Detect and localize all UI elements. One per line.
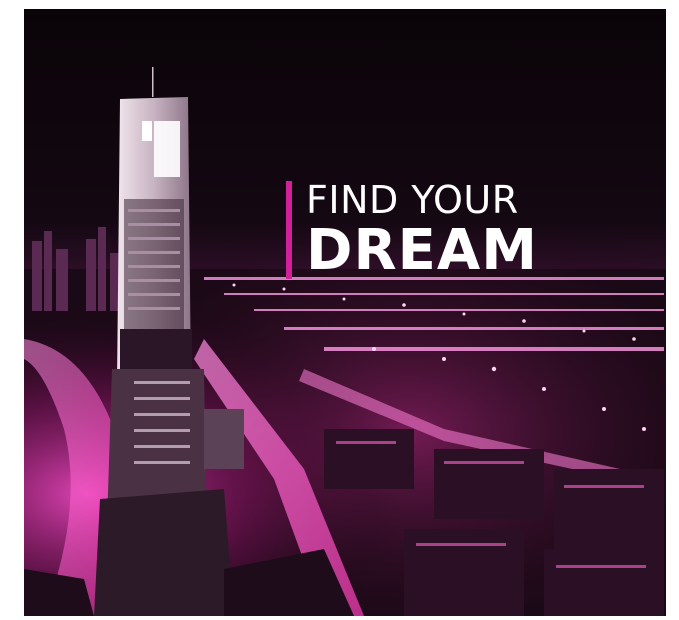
headline-line-2: DREAM bbox=[306, 218, 538, 283]
headline: FIND YOUR DREAM bbox=[286, 181, 538, 279]
night-city-skyline-photo bbox=[24, 9, 666, 616]
headline-line-1: FIND YOUR bbox=[306, 178, 519, 222]
poster-image: FIND YOUR DREAM bbox=[24, 9, 666, 616]
